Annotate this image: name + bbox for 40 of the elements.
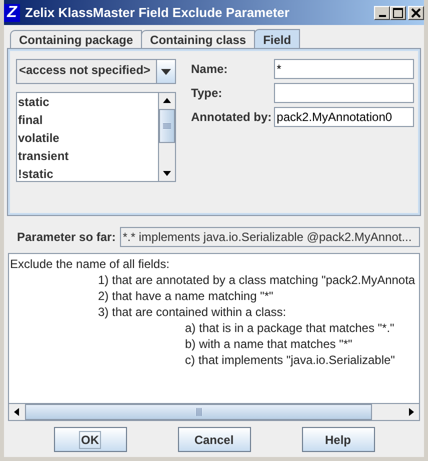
vertical-scrollbar[interactable]: [158, 93, 175, 181]
close-icon: [411, 8, 421, 18]
description-line: 2) that have a name matching "*": [98, 289, 274, 303]
caret-icon: [161, 68, 171, 74]
maximize-button[interactable]: [390, 6, 406, 20]
horizontal-scrollbar[interactable]: [9, 403, 419, 420]
description-line: Exclude the name of all fields:: [10, 257, 170, 271]
list-item[interactable]: volatile: [17, 129, 158, 147]
tab[interactable]: Containing class: [141, 30, 256, 49]
description-line: 3) that are contained within a class:: [98, 305, 286, 319]
tab[interactable]: Containing package: [10, 30, 142, 49]
description-line: b) with a name that matches "*": [185, 337, 352, 351]
list-item[interactable]: !static: [17, 165, 158, 181]
input-field[interactable]: *: [274, 59, 414, 79]
field-label: Type:: [191, 85, 224, 102]
access-dropdown[interactable]: <access not specified>: [16, 59, 176, 84]
input-field[interactable]: pack2.MyAnnotation0: [274, 107, 414, 127]
minimize-button[interactable]: [374, 6, 390, 20]
tab[interactable]: Field: [254, 29, 300, 49]
field-label: Name:: [191, 61, 229, 78]
app-icon: Z: [4, 4, 20, 22]
window-title: Zelix KlassMaster Field Exclude Parameter: [25, 5, 290, 20]
scroll-thumb[interactable]: [159, 109, 175, 143]
field-label: Annotated by:: [191, 109, 272, 126]
description-line: 1) that are annotated by a class matching "pack2.MyAnnota: [98, 273, 416, 287]
parameter-label: Parameter so far:: [17, 230, 116, 244]
list-item[interactable]: final: [17, 111, 158, 129]
dialog-button[interactable]: OK: [54, 427, 126, 452]
close-button[interactable]: [408, 6, 424, 20]
minimize-icon: [378, 14, 386, 16]
list-item[interactable]: static: [17, 93, 158, 111]
input-field[interactable]: [274, 83, 414, 103]
dialog-button[interactable]: Cancel: [178, 427, 250, 452]
parameter-field[interactable]: *.* implements java.io.Serializable @pack2.MyAnnot...: [120, 227, 420, 247]
description-line: c) that implements "java.io.Serializable": [185, 353, 395, 367]
dialog-button[interactable]: Help: [302, 427, 374, 452]
list-item[interactable]: transient: [17, 147, 158, 165]
description-line: a) that is in a package that matches "*.": [185, 321, 394, 335]
scroll-thumb[interactable]: [25, 404, 372, 420]
maximize-icon: [393, 8, 403, 18]
